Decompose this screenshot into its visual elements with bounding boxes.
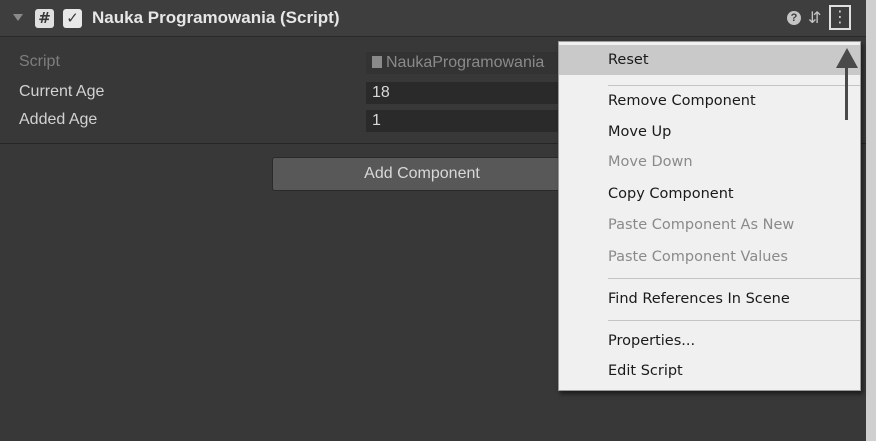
add-component-button[interactable]: Add Component [272,157,572,191]
current-age-input[interactable]: 18 [366,82,566,104]
field-script: Script NaukaProgramowania [0,51,566,75]
annotation-arrow-shaft [845,62,848,120]
menu-item-move-down: Move Down [608,154,693,170]
menu-item-find-references[interactable]: Find References In Scene [559,284,860,314]
context-menu: Reset Remove Component Move Up Move Down… [558,41,861,391]
foldout-arrow-icon[interactable] [13,14,23,21]
field-current-age: Current Age 18 [0,81,566,105]
menu-item-reset[interactable]: Reset [559,45,860,75]
menu-item-paste-component-as-new: Paste Component As New [608,217,795,233]
component-title: Nauka Programowania (Script) [92,8,340,27]
script-reference-field: NaukaProgramowania [366,52,566,74]
field-value: NaukaProgramowania [386,54,545,71]
presets-icon[interactable]: ⇵ [808,8,821,27]
field-label: Script [19,53,60,70]
menu-item-edit-script[interactable]: Edit Script [559,356,860,386]
component-menu-button[interactable]: ⋮ [829,5,851,30]
menu-item-properties[interactable]: Properties... [559,326,860,356]
script-icon: # [35,9,54,28]
script-file-icon [372,56,382,68]
menu-separator [608,278,860,279]
menu-separator [608,320,860,321]
field-label: Added Age [19,111,98,128]
field-added-age: Added Age 1 [0,109,566,133]
component-enabled-checkbox[interactable]: ✓ [63,9,82,28]
added-age-input[interactable]: 1 [366,110,566,132]
menu-item-remove-component[interactable]: Remove Component [559,86,860,116]
help-icon[interactable]: ? [787,11,801,25]
scrollbar[interactable] [866,0,876,441]
menu-item-paste-component-values: Paste Component Values [608,249,788,265]
field-label: Current Age [19,83,105,100]
menu-item-move-up[interactable]: Move Up [559,117,860,147]
menu-item-copy-component[interactable]: Copy Component [559,179,860,209]
component-header: # ✓ Nauka Programowania (Script) ? ⇵ ⋮ [0,0,866,37]
